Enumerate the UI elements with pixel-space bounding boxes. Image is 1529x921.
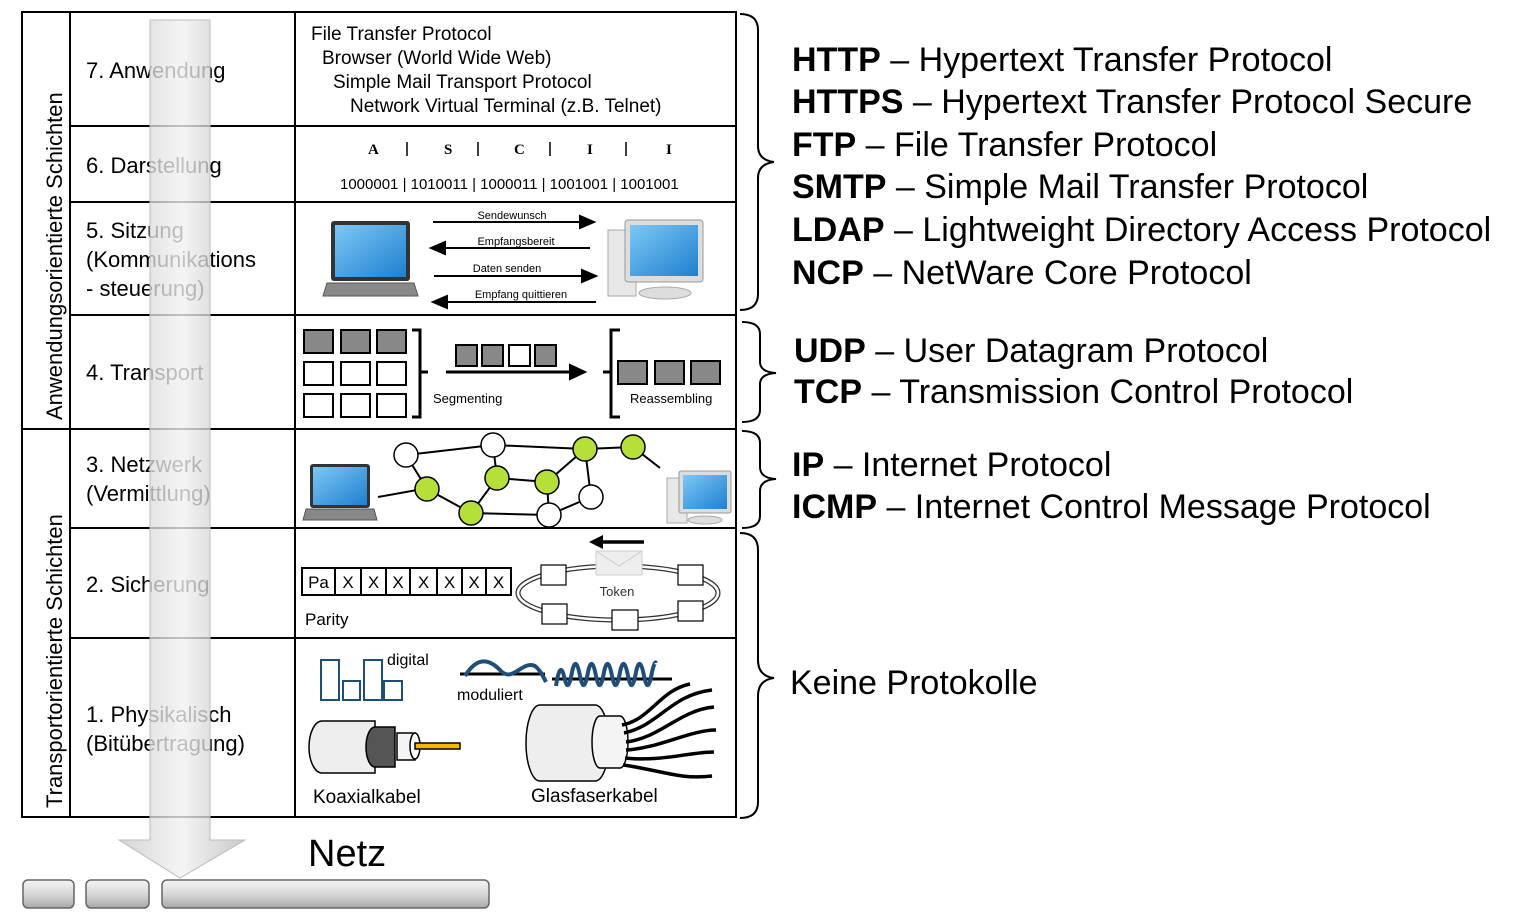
protocol-full-name: – Hypertext Transfer Protocol (881, 41, 1333, 79)
laptop-icon (322, 221, 419, 297)
desktop-computer-icon (666, 470, 732, 525)
app-example: File Transfer Protocol (311, 24, 492, 45)
token-label: Token (600, 584, 635, 599)
osi-diagram: Anwendungsorientierte Schichten Transpor… (21, 11, 1491, 909)
laptop-icon (302, 464, 378, 521)
modulated-wave-icon (463, 659, 548, 683)
parity-cell-text: X (392, 573, 403, 592)
protocol-tcp: TCP – Transmission Control Protocol (794, 373, 1353, 411)
ascii-letter: I (587, 142, 593, 158)
protocol-full-name: – Lightweight Directory Access Protocol (885, 211, 1492, 249)
app-example: Network Virtual Terminal (z.B. Telnet) (350, 96, 662, 117)
parity-cells: Pa X X X X X X X (301, 567, 512, 596)
side-label-lower: Transportorientierte Schichten (42, 514, 67, 808)
protocol-list: HTTP – Hypertext Transfer Protocol HTTPS … (792, 41, 1491, 526)
session-step: Daten senden (473, 263, 542, 275)
protocol-abbr: HTTPS (792, 83, 903, 121)
no-protocols-label: Keine Protokolle (790, 664, 1038, 702)
protocol-ftp: FTP – File Transfer Protocol (792, 126, 1217, 164)
protocol-abbr: FTP (792, 126, 856, 164)
application-examples: File Transfer Protocol Browser (World Wi… (311, 24, 662, 117)
protocol-abbr: SMTP (792, 168, 886, 206)
digital-label: digital (387, 652, 429, 669)
fiber-label: Glasfaserkabel (531, 786, 658, 807)
parity-cell-text: X (418, 573, 429, 592)
protocol-abbr: NCP (792, 254, 864, 292)
reassembling-label: Reassembling (630, 391, 712, 406)
app-example: Simple Mail Transport Protocol (333, 72, 592, 93)
segmenting-label: Segmenting (433, 391, 502, 406)
protocol-http: HTTP – Hypertext Transfer Protocol (792, 41, 1332, 79)
parity-cell-text: X (493, 573, 504, 592)
protocol-abbr: IP (792, 446, 824, 484)
protocol-full-name: – Internet Protocol (824, 446, 1111, 484)
protocol-abbr: HTTP (792, 41, 881, 79)
app-example: Browser (World Wide Web) (322, 48, 551, 69)
ascii-letter: S (444, 142, 452, 158)
network-example (302, 432, 732, 528)
ascii-letter: A (368, 142, 379, 158)
protocol-icmp: ICMP – Internet Control Message Protocol (792, 488, 1431, 526)
protocol-full-name: – Transmission Control Protocol (862, 373, 1353, 411)
protocol-https: HTTPS – Hypertext Transfer Protocol Secu… (792, 83, 1472, 121)
coax-cable-icon (308, 720, 461, 774)
protocol-full-name: – File Transfer Protocol (856, 126, 1217, 164)
protocol-abbr: LDAP (792, 211, 885, 249)
physical-example: digital moduliert Koaxialkabel Glasfaser… (308, 652, 717, 808)
protocol-full-name: – Simple Mail Transfer Protocol (886, 168, 1368, 206)
ascii-letter: C (514, 142, 525, 158)
protocol-smtp: SMTP – Simple Mail Transfer Protocol (792, 168, 1368, 206)
protocol-full-name: – Internet Control Message Protocol (877, 488, 1431, 526)
session-step: Empfangsbereit (477, 236, 554, 248)
session-example: Sendewunsch Empfangsbereit Daten senden … (322, 210, 704, 310)
moduliert-label: moduliert (457, 687, 523, 704)
protocol-ip: IP – Internet Protocol (792, 446, 1111, 484)
side-label-upper: Anwendungsorientierte Schichten (42, 92, 67, 420)
network-label: Netz (308, 833, 386, 875)
protocol-ncp: NCP – NetWare Core Protocol (792, 254, 1252, 292)
network-pipes (22, 879, 490, 909)
envelope-icon (595, 550, 643, 576)
desktop-computer-icon (607, 219, 704, 300)
protocol-ldap: LDAP – Lightweight Directory Access Prot… (792, 211, 1491, 249)
datalink-example: Pa X X X X X X X Parity Token (301, 535, 721, 631)
coax-label: Koaxialkabel (313, 787, 421, 808)
session-step: Sendewunsch (477, 210, 546, 222)
parity-cell-text: X (342, 573, 353, 592)
binary-code: 1000001 | 1010011 | 1000011 | 1001001 | … (340, 176, 679, 193)
parity-cell-text: X (444, 573, 455, 592)
fiber-cable-icon (525, 682, 717, 782)
parity-label: Parity (305, 610, 349, 629)
parity-cell-text: X (468, 573, 479, 592)
parity-cell-text: X (368, 573, 379, 592)
presentation-example: A S C I I 1000001 | 1010011 | 1000011 | … (340, 142, 679, 193)
protocol-abbr: TCP (794, 373, 862, 411)
protocol-abbr: ICMP (792, 488, 877, 526)
ascii-letter: I (666, 142, 672, 158)
parity-cell-text: Pa (308, 573, 329, 592)
protocol-full-name: – Hypertext Transfer Protocol Secure (903, 83, 1472, 121)
protocol-abbr: UDP (794, 332, 866, 370)
protocol-full-name: – User Datagram Protocol (866, 332, 1269, 370)
protocol-udp: UDP – User Datagram Protocol (794, 332, 1268, 370)
protocol-braces (739, 13, 777, 819)
protocol-full-name: – NetWare Core Protocol (864, 254, 1252, 292)
session-step: Empfang quittieren (475, 289, 567, 301)
